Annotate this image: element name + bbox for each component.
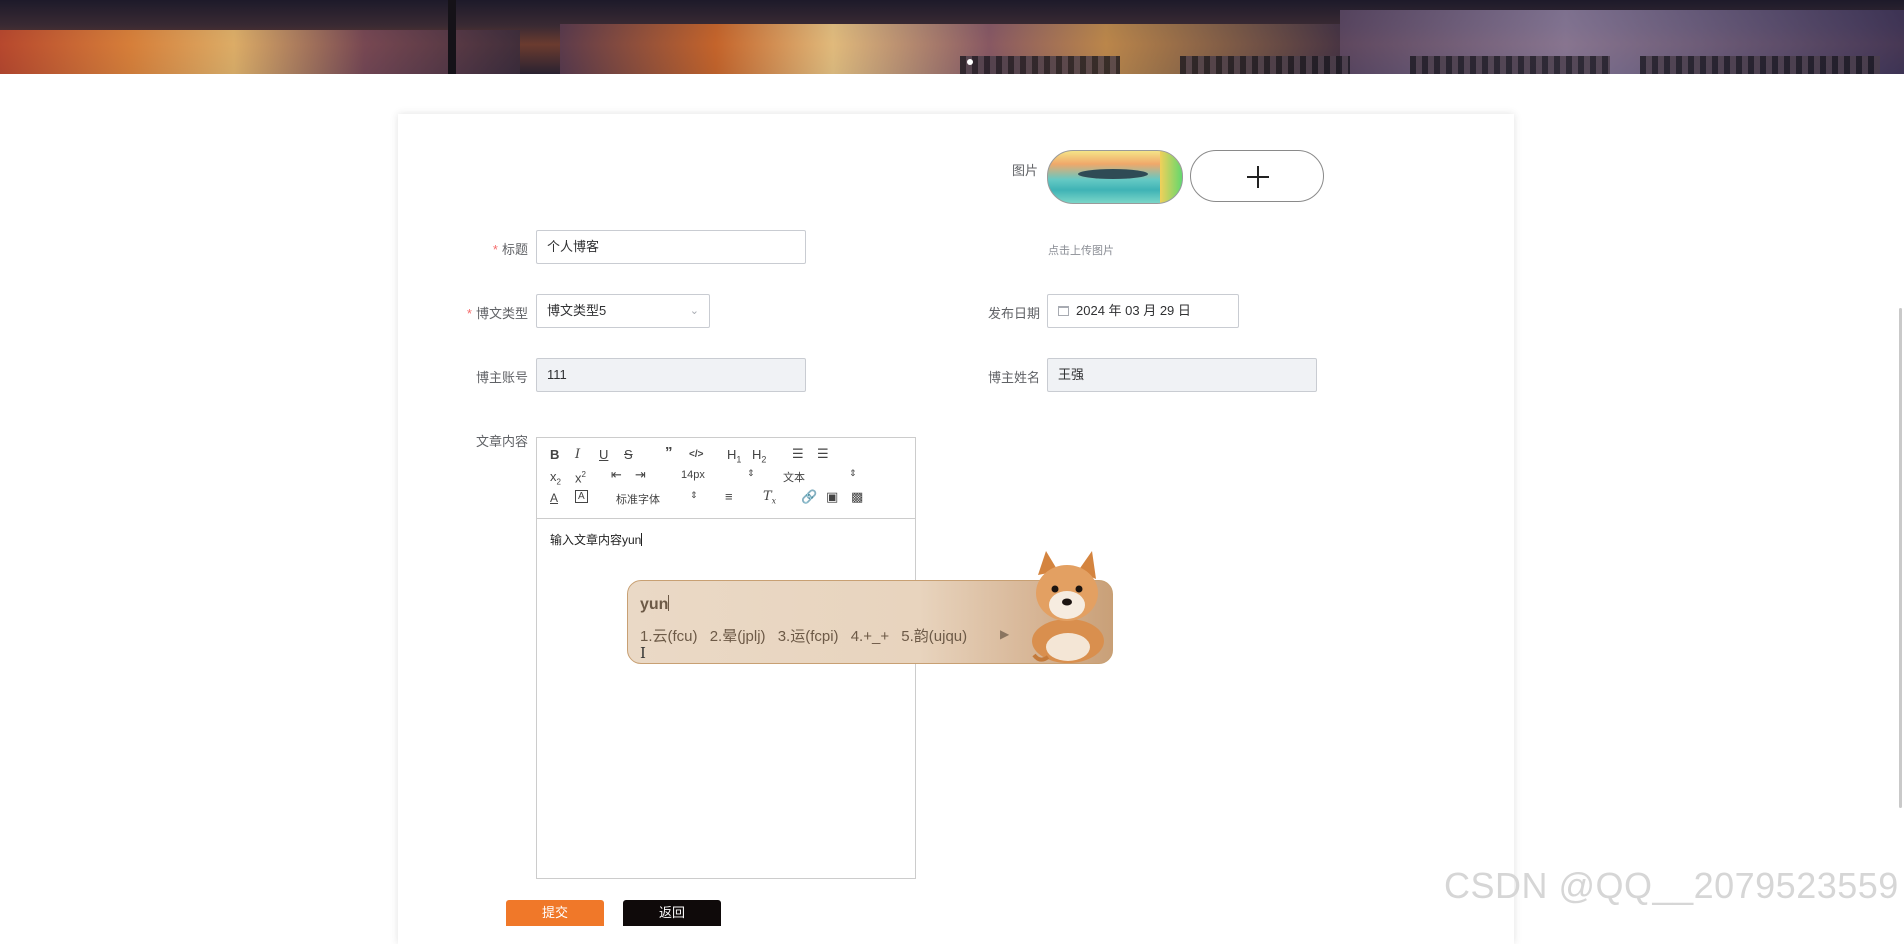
ime-caret [668,595,670,611]
thumbnail-edge [1160,151,1182,203]
carousel-indicator-dot[interactable] [967,59,973,65]
bold-icon[interactable]: B [550,447,559,463]
account-input[interactable]: 111 [536,358,806,392]
title-input[interactable]: 个人博客 [536,230,806,264]
h2-icon[interactable]: H2 [752,447,766,468]
select-arrows-icon: ⇕ [849,468,857,478]
type-label-text: 博文类型 [475,306,528,321]
name-label: 博主姓名 [987,370,1040,385]
shiba-dog-skin-image [1032,551,1104,663]
plus-icon [1257,166,1259,188]
ordered-list-icon[interactable]: ☰ [792,446,804,462]
text-caret [641,533,643,546]
content-label: 文章内容 [475,434,528,449]
select-arrows-icon: ⇕ [690,490,698,500]
chevron-down-icon: ⌄ [689,305,699,317]
required-mark: * [492,242,498,257]
subscript-icon[interactable]: x2 [550,469,561,491]
select-arrows-icon: ⇕ [747,468,755,478]
title-label-text: 标题 [501,242,528,257]
date-value: 2024 年 03 月 29 日 [1076,303,1191,318]
editor-content-text: 输入文章内容yun [550,533,642,547]
title-label: * 标题 [470,239,528,258]
watermark: CSDN @QQ__2079523559 [1444,865,1899,906]
editor-toolbar: B I U S ” </> H1 H2 ☰ ☰ x2 x2 ⇤ ⇥ 14px ⇕… [537,438,915,519]
font-size-value: 14px [681,469,705,481]
banner-carousel [0,0,1904,74]
image-icon[interactable]: ▣ [826,489,838,505]
italic-icon[interactable]: I [575,447,580,463]
calendar-icon [1058,306,1069,316]
editor-content[interactable]: 输入文章内容yun [550,531,643,548]
ime-composition-text: yun [640,596,669,613]
banner-glow [0,30,520,74]
thumbnail-island [1078,169,1148,179]
upload-tip: 点击上传图片 [1048,245,1114,257]
superscript-icon[interactable]: x2 [575,467,586,486]
strike-icon[interactable]: S [624,447,633,463]
ime-candidate[interactable]: 2.晕(jplj) [710,628,766,645]
ime-candidate[interactable]: 5.韵(ujqu) [901,628,967,645]
font-size-select[interactable]: 14px ⇕ [681,468,757,481]
type-label: * 博文类型 [458,303,528,322]
ime-candidate[interactable]: 3.运(fcpi) [778,628,839,645]
type-select-value: 博文类型5 [547,303,607,318]
h1-icon[interactable]: H1 [727,447,741,468]
type-select[interactable]: 博文类型5 ⌄ [536,294,710,328]
indent-icon[interactable]: ⇥ [635,467,646,483]
font-color-icon[interactable]: A [550,490,558,506]
name-input[interactable]: 王强 [1047,358,1317,392]
outdent-icon[interactable]: ⇤ [611,467,622,483]
banner-railing [1640,56,1880,74]
date-label: 发布日期 [987,306,1040,321]
clear-format-icon[interactable]: Tx [763,489,776,510]
block-format-value: 文本 [783,472,805,484]
account-label: 博主账号 [475,370,528,385]
image-label: 图片 [1011,163,1038,178]
align-icon[interactable]: ≡ [725,489,733,505]
ime-candidate[interactable]: 4.+_+ [851,628,889,645]
underline-icon[interactable]: U [599,447,608,463]
quote-icon[interactable]: ” [665,445,673,461]
bullet-list-icon[interactable]: ☰ [817,446,829,462]
banner-pillar [448,0,456,74]
required-mark: * [466,306,472,321]
background-color-icon[interactable]: A [575,490,588,503]
ime-next-page-icon[interactable]: ▶ [1000,627,1009,641]
uploaded-image-thumbnail[interactable] [1047,150,1183,204]
banner-railing [1410,56,1610,74]
video-icon[interactable]: ▩ [851,489,863,505]
font-family-value: 标准字体 [616,494,660,506]
scrollbar[interactable] [1899,308,1902,808]
text-cursor-icon: I [640,644,646,662]
back-button[interactable]: 返回 [623,900,721,926]
banner-railing [960,56,1120,74]
link-icon[interactable]: 🔗 [801,489,817,505]
banner-railing [1180,56,1350,74]
code-icon[interactable]: </> [689,447,703,463]
image-upload-button[interactable] [1190,150,1324,202]
ime-candidate[interactable]: 1.云(fcu) [640,628,698,645]
ime-composition: yun [640,595,670,614]
ime-candidate-list: 1.云(fcu) 2.晕(jplj) 3.运(fcpi) 4.+_+ 5.韵(u… [640,625,975,646]
date-picker[interactable]: 2024 年 03 月 29 日 [1047,294,1239,328]
block-format-select[interactable]: 文本 ⇕ [783,468,863,485]
submit-button[interactable]: 提交 [506,900,604,926]
font-family-select[interactable]: 标准字体 ⇕ [616,490,706,507]
